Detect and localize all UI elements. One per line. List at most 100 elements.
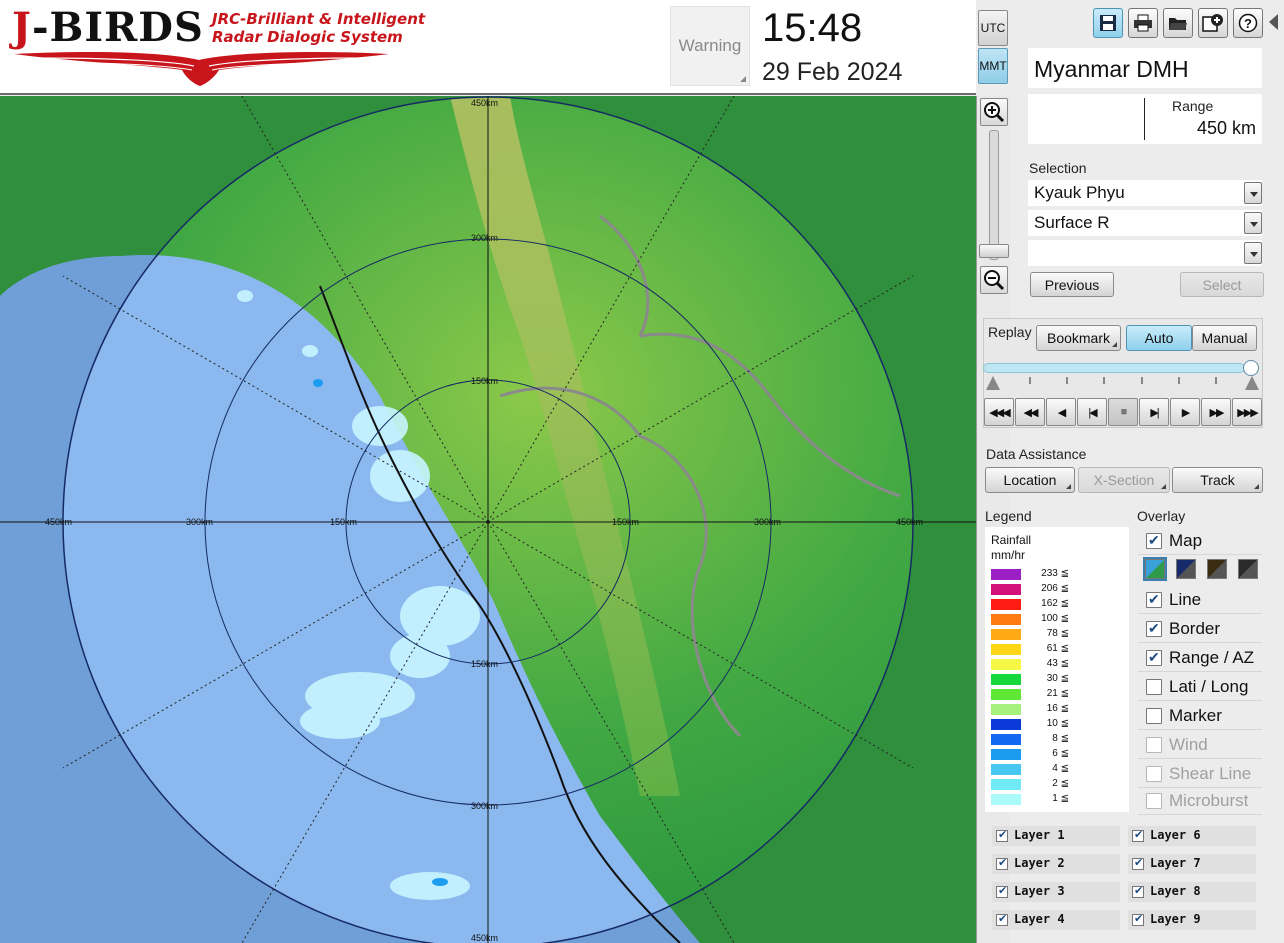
legend-value: 162 ≦ — [1041, 598, 1069, 609]
range-label-e150: 150km — [612, 517, 640, 527]
zoom-slider-handle[interactable] — [979, 244, 1009, 258]
map-style-swatch[interactable] — [1207, 559, 1227, 579]
track-button[interactable]: Track — [1172, 467, 1263, 493]
overlay-row-range-az[interactable]: Range / AZ — [1138, 645, 1262, 672]
step-forward-button[interactable]: ▶| — [1139, 398, 1169, 426]
folder-open-icon — [1169, 18, 1187, 30]
x-section-button[interactable]: X-Section — [1078, 467, 1170, 493]
layer-checkbox[interactable] — [1132, 912, 1144, 926]
radar-map[interactable]: 450km 300km 150km 450km 300km 150km 150k… — [0, 96, 976, 943]
layer-checkbox[interactable] — [996, 828, 1008, 842]
timezone-mmt-button[interactable]: MMT — [978, 48, 1008, 84]
replay-slider-knob[interactable] — [1243, 360, 1259, 376]
overlay-checkbox — [1146, 793, 1162, 809]
replay-slider[interactable] — [983, 363, 1245, 373]
previous-button[interactable]: Previous — [1030, 272, 1114, 297]
svg-text:?: ? — [1244, 16, 1252, 31]
range-label-w300: 300km — [186, 517, 214, 527]
product-select[interactable]: Surface R — [1028, 210, 1262, 236]
fast-backward-button[interactable]: ◀◀◀ — [984, 398, 1014, 426]
overlay-checkbox[interactable] — [1146, 708, 1162, 724]
layer-checkbox[interactable] — [996, 912, 1008, 926]
overlay-row-marker[interactable]: Marker — [1138, 703, 1262, 730]
layer-row[interactable]: Layer 1 — [992, 826, 1120, 846]
collapse-panel-icon[interactable] — [1269, 14, 1278, 30]
layer-checkbox[interactable] — [1132, 856, 1144, 870]
add-window-button[interactable] — [1198, 8, 1228, 38]
chevron-down-icon[interactable] — [1244, 182, 1262, 204]
selection-label: Selection — [1029, 160, 1087, 176]
legend-swatch — [991, 719, 1021, 730]
slider-tick — [1066, 377, 1068, 384]
map-style-swatch[interactable] — [1176, 559, 1196, 579]
range-start-marker-icon[interactable] — [986, 376, 1000, 390]
step-back-button[interactable]: |◀ — [1077, 398, 1107, 426]
select-button[interactable]: Select — [1180, 272, 1264, 297]
overlay-row-line[interactable]: Line — [1138, 587, 1262, 614]
legend-swatch — [991, 569, 1021, 580]
overlay-row-border[interactable]: Border — [1138, 616, 1262, 643]
overlay-row-lati-long[interactable]: Lati / Long — [1138, 674, 1262, 701]
layer-row[interactable]: Layer 2 — [992, 854, 1120, 874]
map-style-swatch[interactable] — [1143, 557, 1167, 581]
slider-tick — [1029, 377, 1031, 384]
overlay-checkbox[interactable] — [1146, 532, 1162, 549]
overlay-checkbox[interactable] — [1146, 591, 1162, 608]
rewind-button[interactable]: ◀◀ — [1015, 398, 1045, 426]
fast-forward-icon: ▶▶ — [1209, 406, 1225, 419]
legend-value: 6 ≦ — [1052, 748, 1069, 759]
layer-label: Layer 6 — [1150, 828, 1201, 842]
layer-row[interactable]: Layer 4 — [992, 910, 1120, 930]
overlay-row-map[interactable]: Map — [1138, 528, 1262, 555]
overlay-label: Wind — [1169, 735, 1208, 754]
print-button[interactable] — [1128, 8, 1158, 38]
overlay-label: Marker — [1169, 706, 1222, 725]
map-style-swatch[interactable] — [1238, 559, 1258, 579]
overlay-label: Line — [1169, 590, 1202, 609]
warning-label: Warning — [678, 36, 742, 55]
zoom-slider-track[interactable] — [989, 130, 999, 260]
layer-label: Layer 8 — [1150, 884, 1201, 898]
location-button[interactable]: Location — [985, 467, 1075, 493]
legend-swatch — [991, 779, 1021, 790]
layer-row[interactable]: Layer 8 — [1128, 882, 1256, 902]
layer-row[interactable]: Layer 3 — [992, 882, 1120, 902]
open-button[interactable] — [1163, 8, 1193, 38]
overlay-checkbox[interactable] — [1146, 649, 1162, 666]
fast-forward-button[interactable]: ▶▶ — [1201, 398, 1231, 426]
warning-indicator[interactable]: Warning — [670, 6, 750, 86]
legend-quantity: Rainfall — [991, 533, 1032, 547]
chevron-down-icon[interactable] — [1244, 242, 1262, 264]
layer-checkbox[interactable] — [996, 884, 1008, 898]
help-button[interactable]: ? — [1233, 8, 1263, 38]
save-button[interactable] — [1093, 8, 1123, 38]
bookmark-button[interactable]: Bookmark — [1036, 325, 1121, 351]
overlay-checkbox[interactable] — [1146, 679, 1162, 695]
overlay-checkbox[interactable] — [1146, 620, 1162, 637]
overlay-row-wind: Wind — [1138, 732, 1262, 759]
auto-button[interactable]: Auto — [1126, 325, 1192, 351]
play-button[interactable]: ▶ — [1170, 398, 1200, 426]
range-end-marker-icon[interactable] — [1245, 376, 1259, 390]
layer-row[interactable]: Layer 6 — [1128, 826, 1256, 846]
station-select-value: Kyauk Phyu — [1034, 183, 1125, 202]
layer-checkbox[interactable] — [1132, 828, 1144, 842]
legend-value: 233 ≦ — [1041, 568, 1069, 579]
layer-checkbox[interactable] — [1132, 884, 1144, 898]
manual-button[interactable]: Manual — [1192, 325, 1257, 351]
stop-button[interactable]: ■ — [1108, 398, 1138, 426]
zoom-out-button[interactable] — [980, 266, 1008, 294]
play-reverse-button[interactable]: ◀ — [1046, 398, 1076, 426]
range-label-n300: 300km — [471, 233, 499, 243]
extra-select[interactable] — [1028, 240, 1262, 266]
chevron-down-icon[interactable] — [1244, 212, 1262, 234]
layer-checkbox[interactable] — [996, 856, 1008, 870]
save-icon — [1100, 15, 1116, 31]
header: J-BIRDS JRC-Brilliant & Intelligent Rada… — [0, 0, 976, 95]
skip-to-end-button[interactable]: ▶▶▶ — [1232, 398, 1262, 426]
zoom-in-button[interactable] — [980, 98, 1008, 126]
station-select[interactable]: Kyauk Phyu — [1028, 180, 1262, 206]
layer-row[interactable]: Layer 7 — [1128, 854, 1256, 874]
timezone-utc-button[interactable]: UTC — [978, 10, 1008, 46]
layer-row[interactable]: Layer 9 — [1128, 910, 1256, 930]
